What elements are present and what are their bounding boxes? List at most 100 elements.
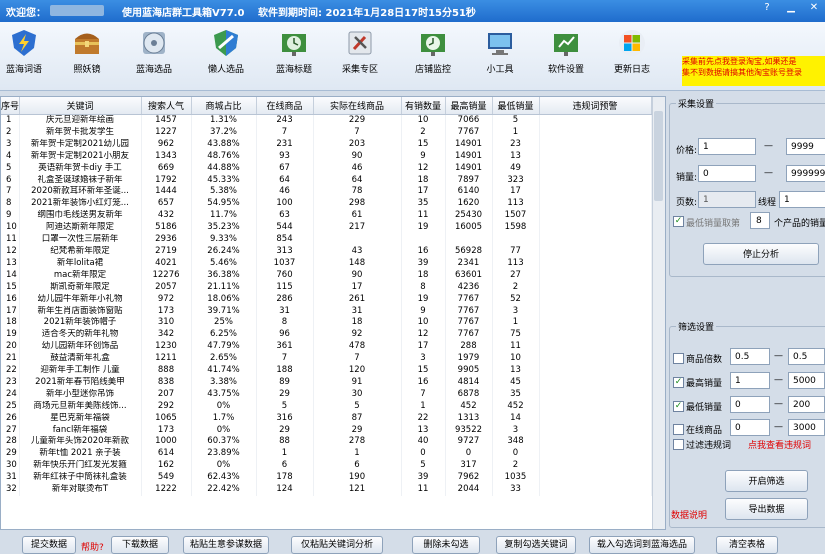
column-header[interactable]: 关键词 — [19, 97, 142, 115]
table-row[interactable]: 29 新年t恤 2021 亲子装 614 23.89% 1 1 0 0 0 — [1, 448, 652, 461]
violation-filter-checkbox[interactable] — [673, 439, 684, 450]
login-notice[interactable]: 采集前先点我登录淘宝,如果还是 集不到数据请搞其他淘宝账号登录 — [682, 56, 825, 86]
filter-min-input[interactable]: 1 — [730, 372, 770, 389]
minimize-icon[interactable]: ▁ — [780, 0, 802, 16]
filter-checkbox[interactable] — [673, 424, 684, 435]
clear-table-button[interactable]: 清空表格 — [716, 536, 778, 554]
table-row[interactable]: 28 儿童新年头饰2020年新款 1000 60.37% 88 278 40 9727 348 — [1, 436, 652, 449]
table-row[interactable]: 30 新年快乐开门红发光发箍 162 0% 6 6 5 317 2 — [1, 460, 652, 473]
table-row[interactable]: 22 迎新年手工制作 儿童 888 41.74% 188 120 15 9905 13 — [1, 365, 652, 377]
table-row[interactable]: 9 纲围巾毛线送男友新年 432 11.7% 63 61 11 25430 1507 — [1, 210, 652, 223]
table-row[interactable]: 8 2021新年装饰小红灯笼... 657 54.95% 100 298 35 1620 113 — [1, 198, 652, 211]
table-row[interactable]: 32 新年对联烫布T 1222 22.42% 124 121 11 2044 33 — [1, 484, 652, 496]
pages-label: 页数: — [676, 198, 698, 208]
toolbar-dianpu-jiankong[interactable]: 店铺监控 — [403, 26, 463, 75]
column-header[interactable]: 序号 — [1, 97, 20, 115]
copy-checked-keywords-button[interactable]: 复制勾选关键词 — [496, 536, 576, 554]
toolbar-ruanjian-shezhi[interactable]: 软件设置 — [536, 26, 596, 75]
download-data-button[interactable]: 下载数据 — [111, 536, 169, 554]
toolbar-gengxin-rizhi[interactable]: 更新日志 — [602, 26, 662, 75]
column-header[interactable]: 实际在线商品 — [313, 97, 402, 115]
table-row[interactable]: 26 星巴克新年福袋 1065 1.7% 316 87 22 1313 14 — [1, 412, 652, 425]
help-link[interactable]: 帮助? — [81, 540, 104, 553]
sales-max-input[interactable]: 999999 — [786, 165, 825, 182]
table-cell: 8 — [256, 317, 314, 330]
load-to-lanhai-button[interactable]: 载入勾选词到蓝海选品 — [589, 536, 695, 554]
filter-min-input[interactable]: 0 — [730, 396, 770, 413]
filter-min-input[interactable]: 0.5 — [730, 348, 770, 365]
toolbar-zhaoyaojing[interactable]: 照妖镜 — [57, 26, 117, 75]
close-icon[interactable]: ✕ — [803, 0, 825, 16]
table-row[interactable]: 16 幼儿园牛年新年小礼物 972 18.06% 286 261 19 7767 52 — [1, 293, 652, 306]
column-header[interactable]: 最高销量 — [445, 97, 493, 115]
filter-max-input[interactable]: 5000 — [788, 372, 825, 389]
table-row[interactable]: 10 阿迪达斯新年限定 5186 35.23% 544 217 19 16005 1598 — [1, 222, 652, 235]
table-row[interactable]: 27 fancl新年福袋 173 0% 29 29 13 93522 3 — [1, 424, 652, 437]
paste-keyword-analysis-button[interactable]: 仅粘贴关键词分析 — [291, 536, 383, 554]
column-header[interactable]: 最低销量 — [492, 97, 540, 115]
scrollbar-thumb[interactable] — [654, 111, 663, 201]
table-row[interactable]: 1 庆元旦迎新年绘画 1457 1.31% 243 229 10 7066 5 — [1, 114, 652, 127]
sales-min-input[interactable]: 0 — [698, 165, 756, 182]
table-row[interactable]: 18 2021新年装饰帽子 310 25% 8 18 10 7767 1 — [1, 317, 652, 330]
table-row[interactable]: 3 新年贺卡定制2021幼儿园 962 43.88% 231 203 15 14901 23 — [1, 138, 652, 151]
table-row[interactable]: 24 新年小型迷你吊饰 207 43.75% 29 30 7 6878 35 — [1, 388, 652, 401]
table-cell: 6140 — [445, 186, 493, 199]
column-header[interactable]: 商城占比 — [191, 97, 257, 115]
toolbar-lanhai-ciyu[interactable]: 蓝海词语 — [0, 26, 54, 75]
pages-input[interactable]: 1 — [698, 191, 756, 208]
table-row[interactable]: 25 商场元旦新年美陈线饰... 292 0% 5 5 1 452 452 — [1, 400, 652, 413]
table-row[interactable]: 14 mac新年限定 12276 36.38% 760 90 18 63601 27 — [1, 269, 652, 282]
filter-checkbox[interactable]: ✓ — [673, 401, 684, 412]
export-data-button[interactable]: 导出数据 — [725, 498, 808, 520]
filter-min-input[interactable]: 0 — [730, 419, 770, 436]
filter-max-input[interactable]: 200 — [788, 396, 825, 413]
column-header[interactable]: 搜索人气 — [141, 97, 192, 115]
filter-max-input[interactable]: 0.5 — [788, 348, 825, 365]
table-cell: 31 — [1, 472, 20, 485]
vertical-scrollbar[interactable] — [652, 97, 665, 529]
column-header[interactable]: 有销数量 — [401, 97, 446, 115]
min-sales-checkbox[interactable]: ✓ — [673, 216, 684, 227]
price-min-input[interactable]: 1 — [698, 138, 756, 155]
price-max-input[interactable]: 9999 — [786, 138, 825, 155]
help-icon[interactable]: ? — [756, 0, 778, 16]
column-header[interactable]: 在线商品 — [256, 97, 314, 115]
toolbar-lanren-xuanpin[interactable]: 懒人选品 — [196, 26, 256, 75]
table-row[interactable]: 19 适合冬天的新年礼物 342 6.25% 96 92 12 7767 75 — [1, 329, 652, 342]
table-row[interactable]: 20 幼儿园新年环创饰品 1230 47.79% 361 478 17 288 11 — [1, 341, 652, 354]
table-row[interactable]: 2 新年贺卡批发学生 1227 37.2% 7 7 2 7767 1 — [1, 126, 652, 139]
toolbar-lanhai-xuanpin[interactable]: 蓝海选品 — [124, 26, 184, 75]
submit-data-button[interactable]: 提交数据 — [22, 536, 76, 554]
filter-max-input[interactable]: 3000 — [788, 419, 825, 436]
table-row[interactable]: 12 纪梵希新年限定 2719 26.24% 313 43 16 56928 77 — [1, 245, 652, 258]
stop-analysis-button[interactable]: 停止分析 — [703, 243, 819, 265]
table-row[interactable]: 31 新年红袜子中筒袜礼盒装 549 62.43% 178 190 39 7962 1035 — [1, 472, 652, 485]
table-row[interactable]: 5 英语新年贺卡diy 手工 669 44.88% 67 46 12 14901 49 — [1, 162, 652, 175]
paste-sycm-button[interactable]: 粘贴生意参谋数据 — [183, 536, 269, 554]
table-cell: 90 — [313, 150, 402, 163]
toolbar-lanhai-biaoti[interactable]: 蓝海标题 — [264, 26, 324, 75]
table-row[interactable]: 21 鼓益清新年礼盒 1211 2.65% 7 7 3 1979 10 — [1, 353, 652, 366]
filter-checkbox[interactable]: ✓ — [673, 377, 684, 388]
filter-checkbox[interactable] — [673, 353, 684, 364]
table-row[interactable]: 4 新年贺卡定制2021小朋友 1343 48.76% 93 90 9 14901 13 — [1, 150, 652, 163]
table-row[interactable]: 17 新年生肖店面装饰窗贴 173 39.71% 31 31 9 7767 3 — [1, 305, 652, 318]
table-row[interactable]: 11 口罩一次性三层新年 2936 9.33% 854 — [1, 234, 652, 246]
table-row[interactable]: 23 2021新年春节陷线美甲 838 3.38% 89 91 16 4814 45 — [1, 376, 652, 389]
table-row[interactable]: 15 斯凯奇新年限定 2057 21.11% 115 17 8 4236 2 — [1, 281, 652, 294]
table-row[interactable]: 6 礼盒圣诞球婚袜子新年 1792 45.33% 64 64 18 7897 323 — [1, 174, 652, 187]
toolbar-xiao-gongju[interactable]: 小工具 — [470, 26, 530, 75]
table-row[interactable]: 7 2020新款耳环新年圣诞... 1444 5.38% 46 78 17 6140 17 — [1, 186, 652, 199]
table-cell: 1222 — [141, 484, 192, 496]
violation-words-link[interactable]: 点我查看违规词 — [748, 438, 811, 451]
thread-input[interactable]: 1 — [779, 191, 825, 208]
data-note-link[interactable]: 数据说明 — [671, 508, 707, 521]
min-sales-n-input[interactable]: 8 — [750, 212, 770, 229]
table-cell: 64 — [313, 174, 402, 187]
delete-unchecked-button[interactable]: 删除未勾选 — [412, 536, 480, 554]
table-row[interactable]: 13 新年lolita裙 4021 5.46% 1037 148 39 2341 113 — [1, 257, 652, 270]
column-header[interactable]: 违规词预警 — [539, 97, 652, 115]
toolbar-caiji-zhuanqu[interactable]: 采集专区 — [330, 26, 390, 75]
start-filter-button[interactable]: 开启筛选 — [725, 470, 808, 492]
